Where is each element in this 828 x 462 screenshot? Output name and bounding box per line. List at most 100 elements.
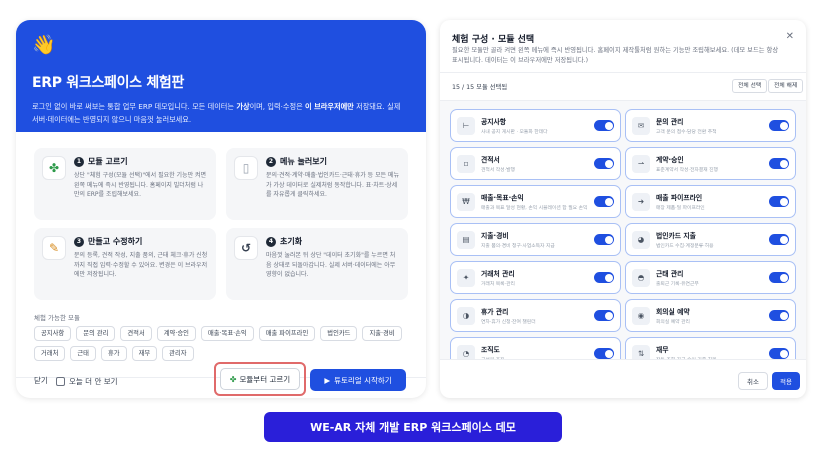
dont-show-label: 오늘 더 안 보기 [69, 376, 118, 386]
module-card[interactable]: ₩ 매출·목표·손익 매출과 목표 달성 현황, 손익 시뮬레이션 합 필요 손익 [450, 185, 621, 218]
module-toggle[interactable] [594, 120, 614, 131]
module-chip: 매출 파이프라인 [258, 326, 316, 341]
module-name: 공지사항 [481, 118, 507, 126]
module-name: 법인카드 지출 [656, 232, 696, 240]
clock-icon: ◓ [632, 268, 650, 287]
org-chart-icon: ◔ [457, 344, 475, 359]
pipeline-icon: ➜ [632, 192, 650, 211]
module-name: 근태 관리 [656, 270, 684, 278]
module-list-area[interactable]: ⊢ 공지사항 사내 공지 게시판 · 모듈화 한데다 ✉ 문의 관리 고객 문의 접수·담… [440, 101, 806, 359]
chat-icon: ✉ [632, 116, 650, 135]
module-card[interactable]: ◉ 회의실 예약 회의실 예약 관리 [625, 299, 796, 332]
module-toggle[interactable] [594, 196, 614, 207]
start-tutorial-label: 튜토리얼 시작하기 [334, 375, 392, 385]
module-description: 견적서 작성·발행 [481, 168, 515, 173]
module-card[interactable]: ◑ 휴가 관리 연차·휴가 신청·잔여 챌린더 [450, 299, 621, 332]
apply-button[interactable]: 적용 [772, 372, 800, 390]
steps-grid: ✤ 1 모듈 고르기 상단 "체험 구성(모듈 선택)"에서 필요한 기능만 켜면… [34, 148, 408, 300]
step-number: 3 [74, 236, 84, 247]
step-title: 모듈 고르기 [88, 157, 128, 166]
available-modules-label: 체험 가능한 모듈 [34, 314, 80, 322]
module-name: 문의 관리 [656, 118, 684, 126]
selected-count: 15 / 15 모듈 선택됨 [452, 84, 508, 91]
module-chip: 법인카드 [320, 326, 358, 341]
module-card[interactable]: ⇀ 계약·승인 표준계약서 작성·전자결재 진행 [625, 147, 796, 180]
module-card[interactable]: ✦ 거래처 관리 거래처 목록·관리 [450, 261, 621, 294]
panel-divider [440, 359, 806, 360]
module-card[interactable]: ⇅재무잔동 조회·자금 승인·기증 처리 [625, 337, 796, 359]
step-title: 만들고 수정하기 [88, 237, 143, 246]
panel-title: 체험 구성 · 모듈 선택 [452, 35, 535, 45]
puzzle-icon: ✤ [229, 374, 237, 384]
start-tutorial-button[interactable]: ▶ 튜토리얼 시작하기 [310, 369, 406, 391]
module-description: 법인카드 수집·계정분류·허용 [656, 244, 714, 249]
module-toggle[interactable] [594, 348, 614, 359]
step-description: 문의·견적·계약·매출·법인카드·근태·휴가 등 모든 메뉴가 가상 데이터로 … [266, 172, 400, 198]
won-icon: ₩ [457, 192, 475, 211]
module-chip: 계약·승인 [156, 326, 196, 341]
module-toggle[interactable] [769, 196, 789, 207]
deselect-all-button[interactable]: 전체 해제 [768, 79, 804, 93]
module-chip: 매출·목표·손익 [200, 326, 254, 341]
step-number: 1 [74, 156, 84, 167]
module-card[interactable]: ⊢ 공지사항 사내 공지 게시판 · 모듈화 한데다 [450, 109, 621, 142]
panel-divider [440, 72, 806, 73]
module-card[interactable]: ▤ 지출·경비 지출 품의·경비 청구·사업소득자 지급 [450, 223, 621, 256]
hero-description: 로그인 없이 바로 써보는 통합 업무 ERP 데모입니다. 모든 데이터는 가… [32, 102, 401, 124]
close-icon[interactable]: ✕ [786, 31, 794, 42]
document-icon: ▫ [457, 154, 475, 173]
step-card-2: ▯ 2 메뉴 눌러보기 문의·견적·계약·매출·법인카드·근태·휴가 등 모든 메… [226, 148, 408, 220]
step-description: 문의 등록, 견적 작성, 지출 품의, 근태 체크·휴가 신청까지 직접 입력… [74, 252, 208, 278]
module-card[interactable]: ◔조직도구성원·조직 [450, 337, 621, 359]
module-description: 연차·휴가 신청·잔여 챌린더 [481, 320, 536, 325]
module-card[interactable]: ✉ 문의 관리고객 문의 접수·담당 전환 추적 [625, 109, 796, 142]
module-toggle[interactable] [594, 158, 614, 169]
module-chip: 관리자 [162, 346, 194, 361]
module-toggle[interactable] [769, 120, 789, 131]
module-toggle[interactable] [594, 234, 614, 245]
waving-hand-icon: 👋 [32, 34, 56, 56]
step-number: 4 [266, 236, 276, 247]
module-description: 표준계약서 작성·전자결재 진행 [656, 168, 718, 173]
cancel-button[interactable]: 취소 [738, 372, 768, 390]
close-button[interactable]: 닫기 [34, 374, 48, 388]
card-icon: ◕ [632, 230, 650, 249]
module-name: 지출·경비 [481, 232, 509, 240]
dont-show-checkbox[interactable] [56, 376, 65, 386]
module-name: 거래처 관리 [481, 270, 515, 278]
step-card-1: ✤ 1 모듈 고르기 상단 "체험 구성(모듈 선택)"에서 필요한 기능만 켜면… [34, 148, 216, 220]
module-card[interactable]: ◓ 근태 관리 출퇴근 기록·유연근무 [625, 261, 796, 294]
module-toggle[interactable] [769, 310, 789, 321]
choose-modules-button[interactable]: ✤ 모듈부터 고르기 [220, 368, 300, 390]
hero-banner: 👋 ERP 워크스페이스 체험판 로그인 없이 바로 써보는 통합 업무 ERP… [16, 20, 426, 132]
module-card[interactable]: ◕ 법인카드 지출법인카드 수집·계정분류·허용 [625, 223, 796, 256]
module-grid: ⊢ 공지사항 사내 공지 게시판 · 모듈화 한데다 ✉ 문의 관리 고객 문의 접수·담… [450, 109, 796, 359]
select-all-button[interactable]: 전체 선택 [732, 79, 768, 93]
choose-modules-label: 모듈부터 고르기 [239, 374, 291, 384]
step-number: 2 [266, 156, 276, 167]
module-card[interactable]: ▫ 견적서 견적서 작성·발행 [450, 147, 621, 180]
step-card-4: ↺ 4 초기화 마음껏 눌러본 뒤 상단 "데이터 초기화"를 누르면 처음 상태… [226, 228, 408, 300]
module-chip: 문의 관리 [76, 326, 116, 341]
calendar-icon: ◑ [457, 306, 475, 325]
module-toggle[interactable] [769, 234, 789, 245]
module-chip: 거래처 [34, 346, 66, 361]
module-description: 회의실 예약 관리 [656, 320, 690, 325]
module-name: 계약·승인 [656, 156, 684, 164]
module-card[interactable]: ➜ 매출 파이프라인 매장 제품·딜 파이프라인 [625, 185, 796, 218]
module-toggle[interactable] [594, 310, 614, 321]
module-toggle[interactable] [769, 272, 789, 283]
module-description: 사내 공지 게시판 · 모듈화 한데다 [481, 130, 548, 135]
puzzle-icon: ✤ [42, 156, 66, 180]
module-toggle[interactable] [769, 348, 789, 359]
step-description: 마음껏 눌러본 뒤 상단 "데이터 초기화"를 누르면 처음 상태로 되돌아갑니… [266, 252, 396, 278]
module-toggle[interactable] [594, 272, 614, 283]
step-description: 상단 "체험 구성(모듈 선택)"에서 필요한 기능만 켜면 왼쪽 메뉴에 즉시… [74, 172, 207, 198]
module-description: 고객 문의 접수·담당 전환 추적 [656, 130, 717, 135]
module-toggle[interactable] [769, 158, 789, 169]
dont-show-today-toggle[interactable]: 오늘 더 안 보기 [56, 374, 118, 388]
module-name: 회의실 예약 [656, 308, 690, 316]
finance-icon: ⇅ [632, 344, 650, 359]
module-name: 매출 파이프라인 [656, 194, 703, 202]
reset-icon: ↺ [234, 236, 258, 260]
